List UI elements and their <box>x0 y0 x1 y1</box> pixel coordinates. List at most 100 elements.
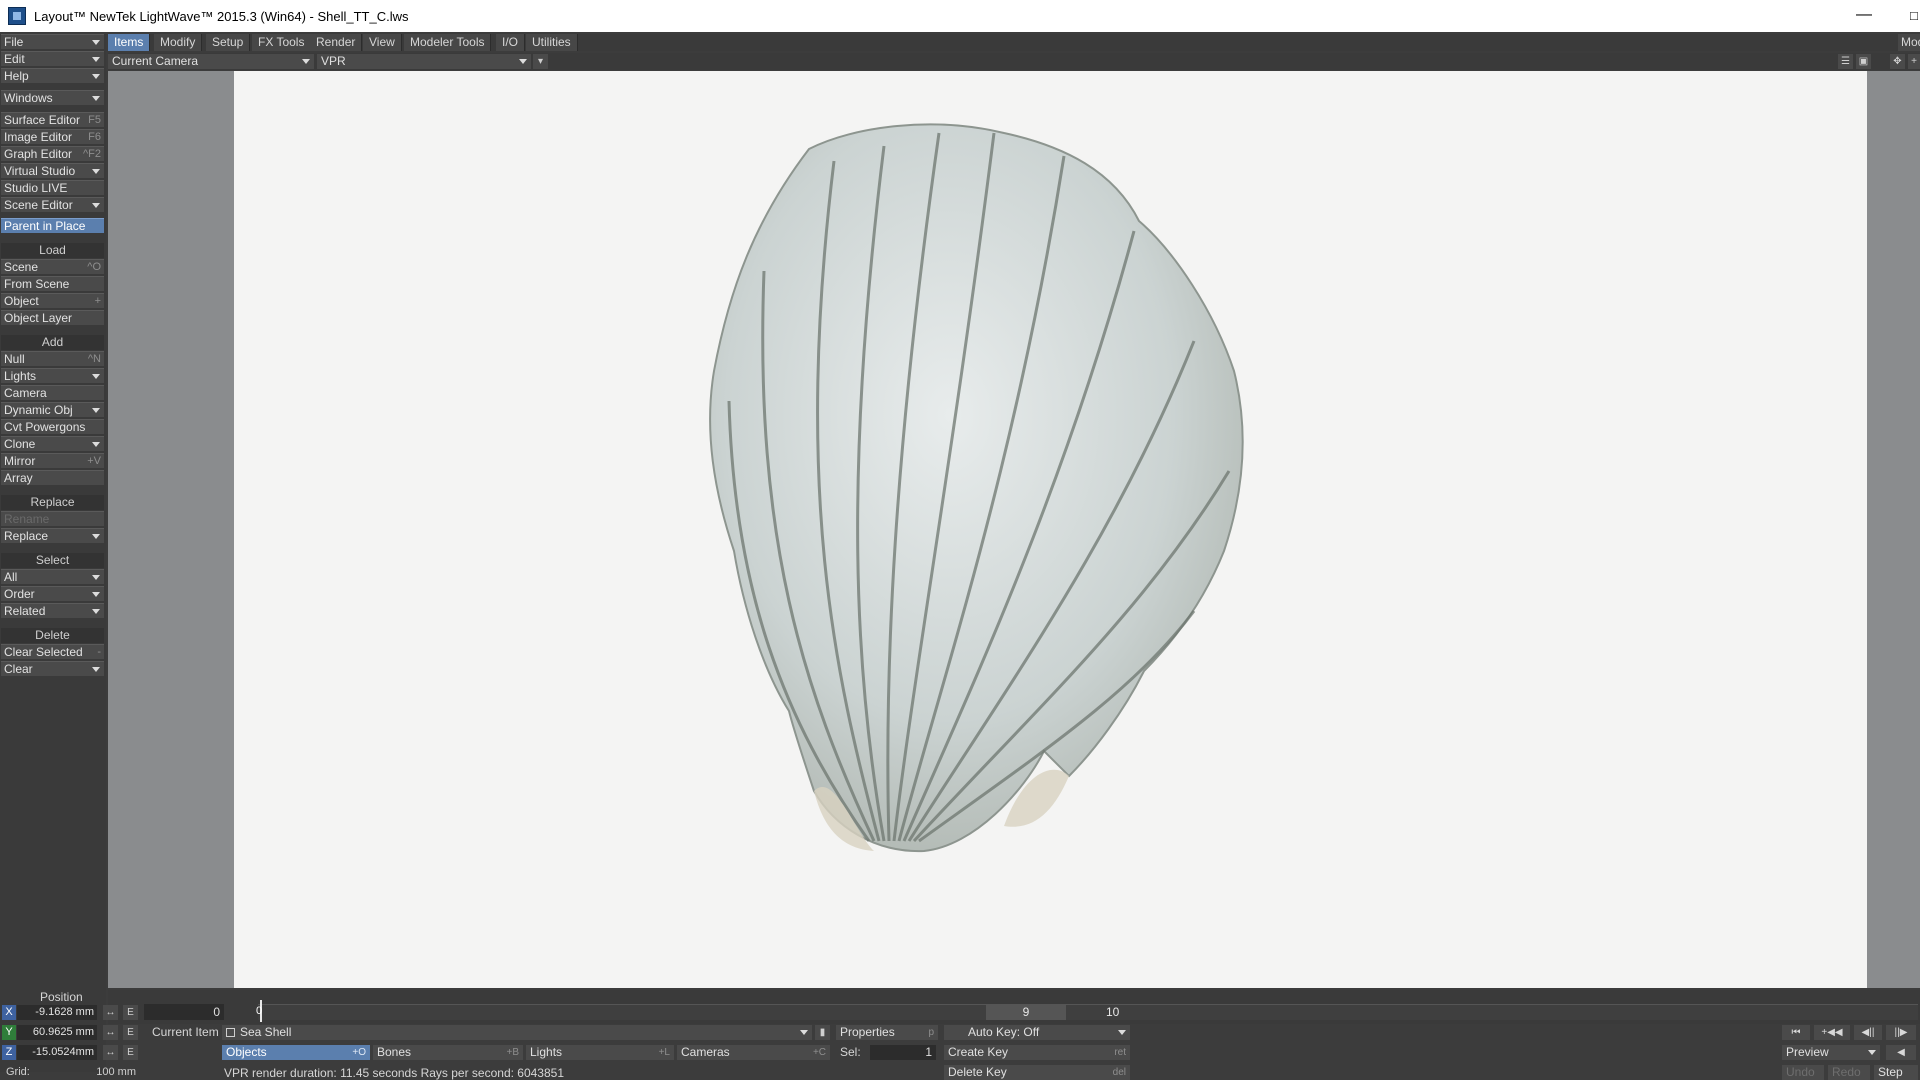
item-pin-icon[interactable]: ▮ <box>815 1025 830 1040</box>
clone-menu[interactable]: Clone <box>1 436 104 451</box>
load-from-scene-button[interactable]: From Scene <box>1 276 104 291</box>
array-button[interactable]: Array <box>1 470 104 485</box>
lights-mode-button[interactable]: Lights +L <box>526 1045 674 1060</box>
viewport-options-arrow-icon[interactable]: ▾ <box>533 54 548 69</box>
z-envelope-button[interactable]: E <box>123 1045 138 1060</box>
z-drag-handle-icon[interactable]: ↔ <box>103 1045 118 1060</box>
tab-view[interactable]: View <box>363 34 402 51</box>
edit-menu[interactable]: Edit <box>1 51 104 66</box>
windows-menu[interactable]: Windows <box>1 90 104 105</box>
cvt-powergons-label: Cvt Powergons <box>4 420 86 434</box>
shortcut-label: +C <box>812 1047 826 1058</box>
tab-setup[interactable]: Setup <box>206 34 251 51</box>
select-order-menu[interactable]: Order <box>1 586 104 601</box>
left-toolbar: File Edit Help Windows Surface Editor F5 … <box>0 34 106 1072</box>
surface-editor-button[interactable]: Surface Editor F5 <box>1 112 104 127</box>
rotate-view-icon[interactable]: + <box>1908 54 1920 69</box>
tab-fx-tools[interactable]: FX Tools <box>252 34 312 51</box>
clone-label: Clone <box>4 437 36 451</box>
vpr-render-area[interactable] <box>234 71 1867 988</box>
shortcut-label: del <box>1112 1067 1126 1078</box>
minimize-button[interactable]: — <box>1844 0 1884 32</box>
tab-items[interactable]: Items <box>108 34 151 51</box>
play-reverse-icon[interactable]: ◀|| <box>1854 1025 1882 1040</box>
move-view-icon[interactable]: ✥ <box>1890 54 1905 69</box>
tab-utilities[interactable]: Utilities <box>526 34 578 51</box>
dropdown-arrow-icon <box>92 667 100 672</box>
list-view-icon[interactable]: ☰ <box>1838 54 1853 69</box>
step-button[interactable]: Step <box>1874 1065 1918 1080</box>
y-envelope-button[interactable]: E <box>123 1025 138 1040</box>
dynamic-obj-menu[interactable]: Dynamic Obj <box>1 402 104 417</box>
current-item-select[interactable]: Sea Shell <box>222 1025 812 1040</box>
replace-menu[interactable]: Replace <box>1 528 104 543</box>
load-object-button[interactable]: Object + <box>1 293 104 308</box>
create-key-button[interactable]: Create Key ret <box>944 1045 1130 1060</box>
auto-key-select[interactable]: Auto Key: Off <box>944 1025 1130 1040</box>
y-position-field[interactable]: 60.9625 mm <box>17 1025 97 1040</box>
grid-size-value: 100 mm <box>96 1066 136 1078</box>
tab-bar: Items Modify Setup FX Tools Render View … <box>108 34 1920 51</box>
rename-button: Rename <box>1 511 104 526</box>
go-to-start-icon[interactable]: ⏮ <box>1782 1025 1810 1040</box>
cameras-mode-button[interactable]: Cameras +C <box>677 1045 830 1060</box>
x-position-field[interactable]: -9.1628 mm <box>17 1005 97 1020</box>
z-position-field[interactable]: -15.0524mm <box>17 1045 97 1060</box>
shortcut-label: + <box>94 295 101 307</box>
cvt-powergons-button[interactable]: Cvt Powergons <box>1 419 104 434</box>
file-menu[interactable]: File <box>1 34 104 49</box>
step-back-icon[interactable]: +◀◀ <box>1814 1025 1850 1040</box>
add-camera-button[interactable]: Camera <box>1 385 104 400</box>
x-drag-handle-icon[interactable]: ↔ <box>103 1005 118 1020</box>
delete-key-button[interactable]: Delete Key del <box>944 1065 1130 1080</box>
select-related-menu[interactable]: Related <box>1 603 104 618</box>
load-object-layer-button[interactable]: Object Layer <box>1 310 104 325</box>
image-editor-label: Image Editor <box>4 130 73 144</box>
cameras-label: Cameras <box>681 1045 730 1059</box>
properties-button[interactable]: Properties p <box>836 1025 938 1040</box>
x-envelope-button[interactable]: E <box>123 1005 138 1020</box>
x-axis-toggle[interactable]: X <box>2 1005 16 1020</box>
preview-menu[interactable]: Preview <box>1782 1045 1880 1060</box>
load-section-header: Load <box>1 243 104 258</box>
select-all-menu[interactable]: All <box>1 569 104 584</box>
add-lights-menu[interactable]: Lights <box>1 368 104 383</box>
lights-label: Lights <box>530 1045 563 1059</box>
tab-io[interactable]: I/O <box>496 34 526 51</box>
clear-selected-button[interactable]: Clear Selected - <box>1 644 104 659</box>
add-null-button[interactable]: Null ^N <box>1 351 104 366</box>
dropdown-arrow-icon <box>92 442 100 447</box>
maximize-button[interactable]: □ <box>1910 0 1920 32</box>
virtual-studio-menu[interactable]: Virtual Studio <box>1 163 104 178</box>
dropdown-arrow-icon <box>92 203 100 208</box>
tab-modeler-tools[interactable]: Modeler Tools <box>404 34 492 51</box>
parent-in-place-toggle[interactable]: Parent in Place <box>1 218 104 233</box>
graph-editor-button[interactable]: Graph Editor ^F2 <box>1 146 104 161</box>
play-forward-icon[interactable]: ||▶ <box>1886 1025 1916 1040</box>
tab-modeler-partial[interactable]: Mod <box>1898 34 1920 51</box>
y-axis-toggle[interactable]: Y <box>2 1025 16 1040</box>
current-item-label: Current Item <box>152 1025 219 1039</box>
play-back-arrow-icon[interactable]: ◀ <box>1886 1045 1916 1060</box>
bones-mode-button[interactable]: Bones +B <box>373 1045 523 1060</box>
studio-live-button[interactable]: Studio LIVE <box>1 180 104 195</box>
scene-editor-menu[interactable]: Scene Editor <box>1 197 104 212</box>
z-axis-toggle[interactable]: Z <box>2 1045 16 1060</box>
image-editor-button[interactable]: Image Editor F6 <box>1 129 104 144</box>
tab-modify[interactable]: Modify <box>154 34 203 51</box>
y-drag-handle-icon[interactable]: ↔ <box>103 1025 118 1040</box>
objects-label: Objects <box>226 1045 267 1059</box>
viewport[interactable] <box>108 71 1920 988</box>
help-menu[interactable]: Help <box>1 68 104 83</box>
load-scene-button[interactable]: Scene ^O <box>1 259 104 274</box>
camera-view-select[interactable]: Current Camera <box>108 54 314 69</box>
tab-render[interactable]: Render <box>310 34 363 51</box>
save-view-icon[interactable]: ▣ <box>1856 54 1871 69</box>
mirror-button[interactable]: Mirror +V <box>1 453 104 468</box>
render-mode-select[interactable]: VPR <box>317 54 531 69</box>
dropdown-arrow-icon <box>92 169 100 174</box>
objects-mode-button[interactable]: Objects +O <box>222 1045 370 1060</box>
clear-menu[interactable]: Clear <box>1 661 104 676</box>
add-null-label: Null <box>4 352 25 366</box>
auto-key-label: Auto Key: Off <box>968 1025 1040 1039</box>
